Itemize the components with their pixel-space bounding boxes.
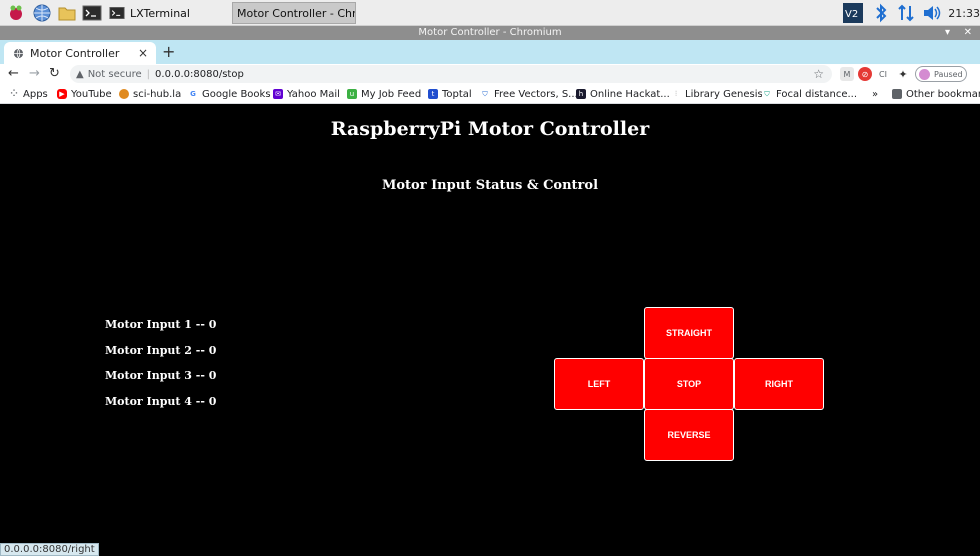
bookmarks-bar: ⁘ Apps ▶ YouTube sci-hub.la G Google Boo…	[0, 84, 980, 104]
bookmark-google-books[interactable]: G Google Books	[188, 87, 271, 101]
tab-strip: Motor Controller × +	[0, 40, 980, 64]
mail-icon: ✉	[273, 89, 283, 99]
bookmark-label: Library Genesis	[685, 88, 763, 100]
puzzle-extensions-icon[interactable]: ✦	[896, 67, 910, 81]
hackerearth-icon: h	[576, 89, 586, 99]
chevron-right-icon: »	[872, 88, 879, 100]
bookmark-free-vectors[interactable]: ⛉ Free Vectors, S...	[480, 87, 578, 101]
book-icon: ⫶	[671, 89, 681, 99]
bookmark-online-hackathon[interactable]: h Online Hackat...	[576, 87, 670, 101]
page-subtitle: Motor Input Status & Control	[381, 178, 599, 193]
sci-hub-icon	[119, 89, 129, 99]
bookmark-label: Google Books	[202, 88, 271, 100]
bookmark-label: Online Hackat...	[590, 88, 670, 100]
upwork-icon: u	[347, 89, 357, 99]
stop-button[interactable]: STOP	[644, 358, 734, 410]
shield-icon: ⛉	[762, 89, 772, 99]
network-arrows-icon[interactable]	[896, 3, 916, 23]
bookmark-apps[interactable]: ⁘ Apps	[9, 87, 48, 101]
window-titlebar: Motor Controller - Chromium ▾ ✕	[0, 26, 980, 40]
bluetooth-icon[interactable]	[872, 3, 890, 23]
profile-status: Paused	[934, 69, 963, 79]
globe-icon	[13, 48, 24, 58]
gmail-extension-icon[interactable]: M	[840, 67, 854, 81]
raspberry-menu-icon[interactable]	[6, 3, 26, 23]
bookmark-label: Other bookmarks	[906, 88, 980, 100]
taskbar-task-lxterminal[interactable]: LXTerminal	[108, 2, 230, 24]
file-manager-icon[interactable]	[57, 3, 77, 23]
vnc-icon[interactable]: V2	[842, 2, 864, 24]
extension-ci-icon[interactable]: CI	[876, 67, 890, 81]
link-status-bar: 0.0.0.0:8080/right	[0, 543, 99, 556]
google-icon: G	[188, 89, 198, 99]
folder-icon	[892, 89, 902, 99]
url-separator: |	[146, 68, 151, 80]
new-tab-button[interactable]: +	[162, 42, 175, 62]
straight-button[interactable]: STRAIGHT	[644, 307, 734, 359]
motor-input-status: Motor Input 2 -- 0	[105, 344, 217, 357]
other-bookmarks-folder[interactable]: Other bookmarks	[892, 87, 980, 101]
address-bar[interactable]: ▲ Not secure | 0.0.0.0:8080/stop ☆	[70, 65, 832, 83]
bookmark-label: Toptal	[442, 88, 472, 100]
terminal-icon[interactable]	[82, 3, 102, 23]
bookmark-library-genesis[interactable]: ⫶ Library Genesis	[671, 87, 763, 101]
profile-paused-button[interactable]: Paused	[915, 66, 967, 82]
tab-title: Motor Controller	[30, 46, 120, 60]
page-title: RaspberryPi Motor Controller	[330, 118, 650, 140]
bookmark-yahoo-mail[interactable]: ✉ Yahoo Mail	[273, 87, 340, 101]
bookmark-focal-distance[interactable]: ⛉ Focal distance...	[762, 87, 857, 101]
forward-arrow-icon[interactable]: →	[29, 66, 40, 82]
taskbar-clock: 21:33	[948, 6, 980, 20]
warning-icon[interactable]: ▲	[76, 69, 84, 80]
bookmark-youtube[interactable]: ▶ YouTube	[57, 87, 112, 101]
security-label: Not secure	[87, 68, 142, 80]
apps-grid-icon: ⁘	[9, 89, 19, 99]
shield-icon: ⛉	[480, 89, 490, 99]
volume-icon[interactable]	[922, 3, 942, 23]
youtube-icon: ▶	[57, 89, 67, 99]
left-button[interactable]: LEFT	[554, 358, 644, 410]
toptal-icon: t	[428, 89, 438, 99]
bookmark-label: Apps	[23, 88, 48, 100]
back-arrow-icon[interactable]: ←	[8, 66, 19, 82]
tab-motor-controller[interactable]: Motor Controller ×	[4, 42, 156, 64]
bookmark-label: Free Vectors, S...	[494, 88, 578, 100]
taskbar-task-label: Motor Controller - Chr...	[237, 6, 356, 20]
tab-close-icon[interactable]: ×	[138, 46, 148, 60]
desktop-taskbar: LXTerminal Motor Controller - Chr... V2 …	[0, 0, 980, 26]
chevron-down-icon[interactable]: ▾	[945, 26, 950, 40]
bookmark-label: YouTube	[71, 88, 112, 100]
motor-input-status: Motor Input 4 -- 0	[105, 395, 217, 408]
motor-input-status: Motor Input 1 -- 0	[105, 318, 217, 331]
close-icon[interactable]: ✕	[964, 26, 972, 40]
bookmark-star-icon[interactable]: ☆	[813, 65, 824, 83]
bookmark-my-job-feed[interactable]: u My Job Feed	[347, 87, 421, 101]
browser-toolbar: ← → ↻ ▲ Not secure | 0.0.0.0:8080/stop ☆…	[0, 64, 980, 84]
right-button[interactable]: RIGHT	[734, 358, 824, 410]
taskbar-task-label: LXTerminal	[130, 6, 190, 20]
bookmark-label: Focal distance...	[776, 88, 858, 100]
motor-input-status: Motor Input 3 -- 0	[105, 369, 217, 382]
bookmark-label: Yahoo Mail	[287, 88, 340, 100]
reload-icon[interactable]: ↻	[49, 66, 60, 82]
web-browser-icon[interactable]	[32, 3, 52, 23]
terminal-icon	[109, 6, 125, 19]
bookmark-label: sci-hub.la	[133, 88, 182, 100]
avatar	[919, 68, 930, 80]
url-text: 0.0.0.0:8080/stop	[155, 68, 244, 80]
page-content: RaspberryPi Motor Controller Motor Input…	[0, 104, 980, 556]
bookmark-label: My Job Feed	[361, 88, 422, 100]
svg-text:V2: V2	[845, 9, 858, 20]
taskbar-task-chromium[interactable]: Motor Controller - Chr...	[232, 2, 356, 24]
reverse-button[interactable]: REVERSE	[644, 409, 734, 461]
bookmark-sci-hub[interactable]: sci-hub.la	[119, 87, 181, 101]
bookmark-toptal[interactable]: t Toptal	[428, 87, 472, 101]
adblock-extension-icon[interactable]: ⊘	[858, 67, 872, 81]
window-title: Motor Controller - Chromium	[418, 27, 562, 38]
bookmarks-overflow-button[interactable]: »	[872, 87, 878, 101]
